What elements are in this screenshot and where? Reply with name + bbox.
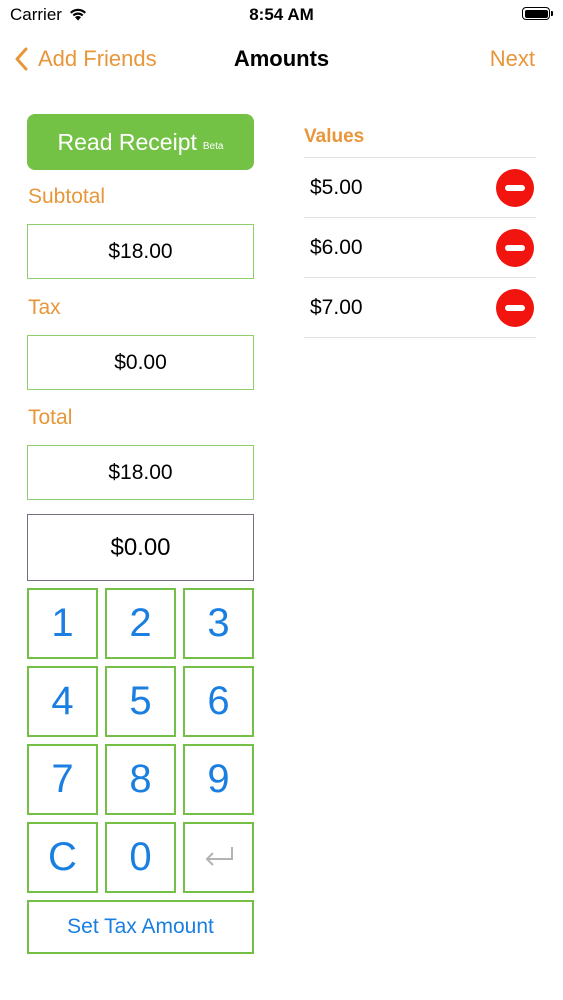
minus-circle-icon[interactable] (496, 289, 534, 327)
status-bar: Carrier 8:54 AM (0, 0, 563, 30)
return-icon (205, 846, 233, 866)
key-5[interactable]: 5 (105, 666, 176, 737)
key-6[interactable]: 6 (183, 666, 254, 737)
key-8[interactable]: 8 (105, 744, 176, 815)
values-list: $5.00 $6.00 $7.00 (304, 157, 536, 338)
tax-label: Tax (28, 296, 61, 319)
beta-badge: Beta (202, 140, 224, 152)
value-row: $5.00 (304, 158, 536, 218)
read-receipt-label: Read Receipt (57, 128, 197, 155)
read-receipt-button[interactable]: Read Receipt Beta (27, 114, 254, 170)
value-amount: $7.00 (310, 295, 363, 319)
amount-entry-display: $0.00 (27, 514, 254, 581)
tax-field[interactable]: $0.00 (27, 335, 254, 390)
key-1[interactable]: 1 (27, 588, 98, 659)
key-3[interactable]: 3 (183, 588, 254, 659)
next-button[interactable]: Next (490, 46, 535, 72)
key-enter[interactable] (183, 822, 254, 893)
subtotal-label: Subtotal (28, 185, 106, 208)
key-7[interactable]: 7 (27, 744, 98, 815)
value-amount: $5.00 (310, 175, 363, 199)
key-0[interactable]: 0 (105, 822, 176, 893)
navigation-bar: Add Friends Amounts Next (0, 38, 563, 82)
key-clear[interactable]: C (27, 822, 98, 893)
value-row: $6.00 (304, 218, 536, 278)
values-header: Values (304, 126, 365, 147)
minus-circle-icon[interactable] (496, 229, 534, 267)
status-time: 8:54 AM (249, 5, 314, 24)
value-amount: $6.00 (310, 235, 363, 259)
page-title: Amounts (233, 46, 330, 71)
key-9[interactable]: 9 (183, 744, 254, 815)
subtotal-field[interactable]: $18.00 (27, 224, 254, 279)
total-field[interactable]: $18.00 (27, 445, 254, 500)
value-row: $7.00 (304, 278, 536, 338)
total-label: Total (28, 406, 73, 429)
minus-circle-icon[interactable] (496, 169, 534, 207)
key-2[interactable]: 2 (105, 588, 176, 659)
key-4[interactable]: 4 (27, 666, 98, 737)
battery-icon (522, 7, 553, 20)
set-tax-amount-button[interactable]: Set Tax Amount (27, 900, 254, 954)
